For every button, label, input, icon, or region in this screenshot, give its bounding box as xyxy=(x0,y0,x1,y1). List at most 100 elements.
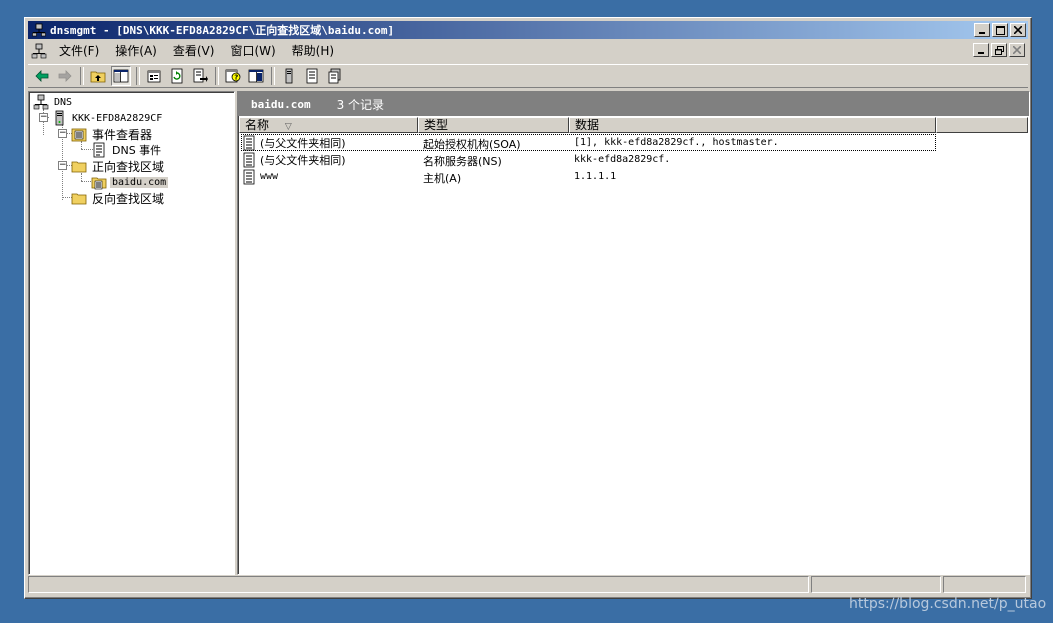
record-name: (与父文件夹相同) xyxy=(260,153,346,167)
collapse-toggle[interactable]: − xyxy=(39,113,48,122)
window-title: dnsmgmt - [DNS\KKK-EFD8A2829CF\正向查找区域\ba… xyxy=(50,24,395,37)
record-icon xyxy=(243,152,255,167)
table-row[interactable]: (与父文件夹相同) xyxy=(242,151,416,168)
status-panel xyxy=(943,576,1026,593)
record-count: 3 个记录 xyxy=(336,97,385,112)
record-name: www xyxy=(260,171,279,182)
dns-icon xyxy=(33,94,49,110)
new-record-button[interactable] xyxy=(279,66,299,86)
tree-item-zone-baidu[interactable]: baidu.com xyxy=(91,174,169,190)
forward-icon xyxy=(58,70,72,82)
minimize-icon xyxy=(978,52,984,54)
column-label: 数据 xyxy=(575,118,600,132)
tree-label: 反向查找区域 xyxy=(92,191,165,206)
show-hide-action-pane-button[interactable] xyxy=(246,66,266,86)
server-icon xyxy=(55,110,64,126)
sort-indicator-icon: ▽ xyxy=(284,122,292,132)
folder-icon xyxy=(71,193,87,205)
toolbar: ? xyxy=(28,64,1028,88)
column-label: 名称 xyxy=(245,118,270,132)
close-icon xyxy=(1014,26,1022,34)
menu-file[interactable]: 文件(F) xyxy=(51,42,107,60)
svg-text:?: ? xyxy=(234,74,238,82)
menu-view[interactable]: 查看(V) xyxy=(165,42,223,60)
mdi-restore-button[interactable] xyxy=(991,43,1007,57)
menu-action[interactable]: 操作(A) xyxy=(107,42,165,60)
log-icon xyxy=(93,142,105,158)
toolbar-separator xyxy=(215,67,219,85)
status-panel xyxy=(811,576,941,593)
folder-icon xyxy=(71,161,87,173)
menu-bar: 文件(F) 操作(A) 查看(V) 窗口(W) 帮助(H) xyxy=(28,41,1028,61)
show-hide-tree-icon xyxy=(113,69,129,83)
toolbar-separator xyxy=(136,67,140,85)
collapse-toggle[interactable]: − xyxy=(58,161,67,170)
details-header: baidu.com 3 个记录 xyxy=(238,92,1029,116)
console-icon xyxy=(31,43,47,59)
menu-window[interactable]: 窗口(W) xyxy=(222,42,283,60)
export-list-icon xyxy=(193,68,208,83)
tree-label: baidu.com xyxy=(110,176,169,188)
record-data: 1.1.1.1 xyxy=(574,171,617,182)
zone-name: baidu.com xyxy=(251,97,311,111)
details-pane: baidu.com 3 个记录 名称 ▽ 类型 数据 (与父文件夹相同) 起始授… xyxy=(237,91,1030,575)
help-icon: ? xyxy=(225,69,241,83)
properties-icon xyxy=(147,70,161,83)
minimize-icon xyxy=(979,32,985,34)
record-icon xyxy=(243,169,255,184)
mdi-close-button[interactable] xyxy=(1009,43,1025,57)
toolbar-separator xyxy=(80,67,84,85)
show-hide-tree-button[interactable] xyxy=(111,66,131,86)
tree-item-server[interactable]: KKK-EFD8A2829CF xyxy=(51,110,164,126)
refresh-icon xyxy=(171,68,183,84)
collapse-toggle[interactable]: − xyxy=(58,129,67,138)
tree-label: KKK-EFD8A2829CF xyxy=(72,112,163,124)
close-icon xyxy=(1013,46,1021,54)
zone-icon xyxy=(91,177,107,190)
mmc-window: dnsmgmt - [DNS\KKK-EFD8A2829CF\正向查找区域\ba… xyxy=(24,17,1032,599)
new-record-icon xyxy=(285,68,293,84)
tree-item-forward-zones[interactable]: 正向查找区域 xyxy=(71,158,166,174)
up-level-button[interactable] xyxy=(88,66,108,86)
record-type: 起始授权机构(SOA) xyxy=(423,138,521,151)
tree-line xyxy=(81,173,83,181)
console-tree: DNS − KKK-EFD8A2829CF − 事件查看器 DNS 事件 − 正… xyxy=(28,91,235,575)
column-header-data[interactable]: 数据 xyxy=(569,117,936,133)
close-button[interactable] xyxy=(1010,23,1026,37)
record-type: 名称服务器(NS) xyxy=(423,155,502,168)
back-button[interactable] xyxy=(32,66,52,86)
table-row[interactable]: (与父文件夹相同) xyxy=(242,134,416,151)
show-hide-action-pane-icon xyxy=(248,69,264,83)
mdi-minimize-button[interactable] xyxy=(973,43,989,57)
tree-label: DNS xyxy=(54,96,73,108)
record-icon xyxy=(243,135,255,150)
new-host-button[interactable] xyxy=(302,66,322,86)
minimize-button[interactable] xyxy=(974,23,990,37)
status-bar xyxy=(28,576,1028,595)
menu-help[interactable]: 帮助(H) xyxy=(284,42,342,60)
table-row[interactable]: www xyxy=(242,168,416,185)
watermark: https://blog.csdn.net/p_utao xyxy=(849,596,1047,612)
export-list-button[interactable] xyxy=(190,66,210,86)
tree-item-event-viewer[interactable]: 事件查看器 xyxy=(71,126,154,142)
forward-button[interactable] xyxy=(55,66,75,86)
tree-item-reverse-zones[interactable]: 反向查找区域 xyxy=(71,190,166,206)
back-icon xyxy=(35,70,49,82)
new-domain-button[interactable] xyxy=(325,66,345,86)
tree-label: 正向查找区域 xyxy=(92,159,165,174)
column-header-type[interactable]: 类型 xyxy=(418,117,569,133)
column-header-filler xyxy=(936,117,1028,133)
help-button[interactable]: ? xyxy=(223,66,243,86)
tree-item-dns-events[interactable]: DNS 事件 xyxy=(91,142,163,158)
refresh-button[interactable] xyxy=(167,66,187,86)
record-name: (与父文件夹相同) xyxy=(260,136,346,150)
new-host-icon xyxy=(306,68,318,84)
properties-button[interactable] xyxy=(144,66,164,86)
column-header-name[interactable]: 名称 ▽ xyxy=(239,117,418,133)
maximize-button[interactable] xyxy=(992,23,1008,37)
event-viewer-icon xyxy=(71,128,87,142)
dns-app-icon xyxy=(32,23,46,37)
tree-line xyxy=(81,141,83,149)
tree-item-dns[interactable]: DNS xyxy=(33,94,74,110)
title-bar[interactable]: dnsmgmt - [DNS\KKK-EFD8A2829CF\正向查找区域\ba… xyxy=(28,21,1028,39)
